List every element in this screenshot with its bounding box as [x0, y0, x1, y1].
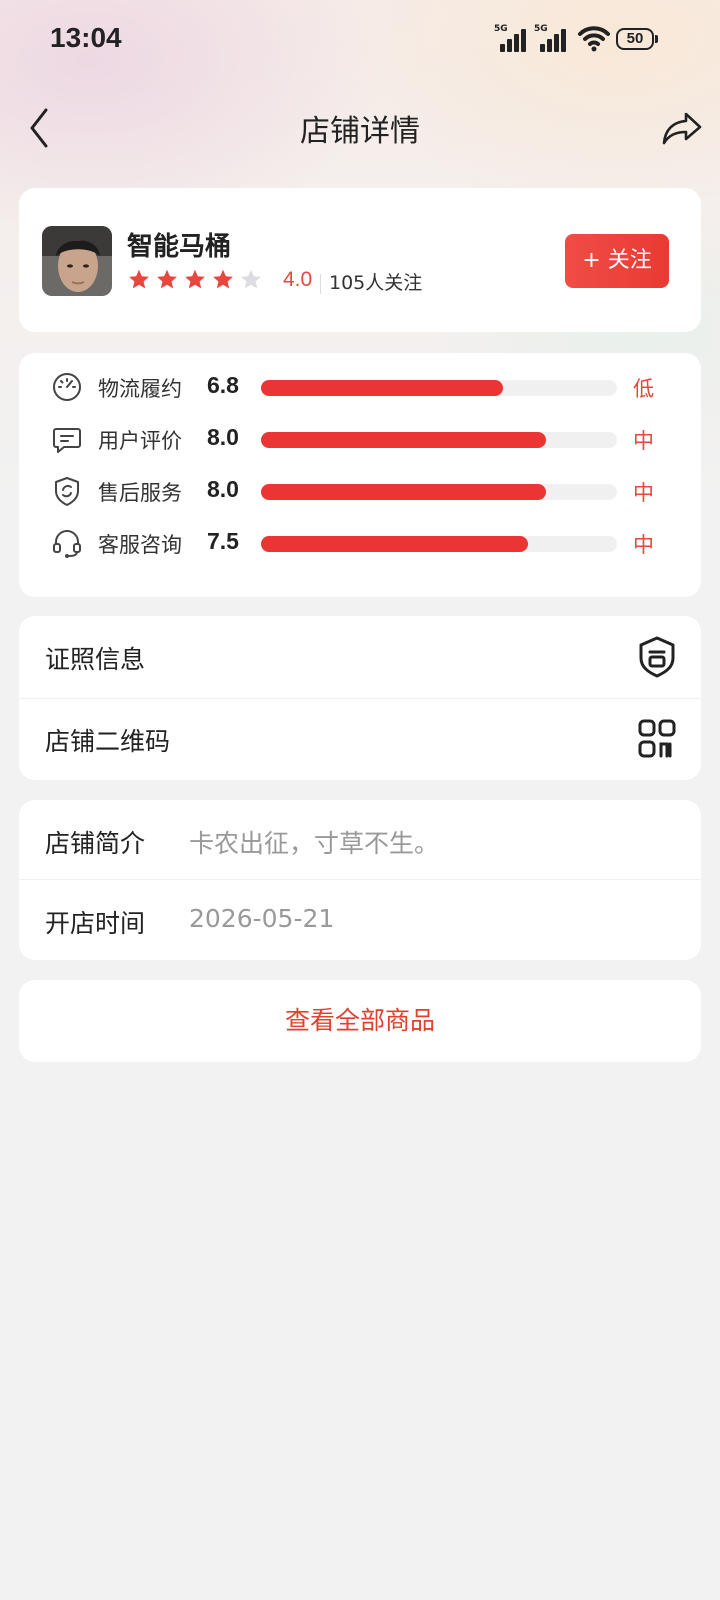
score-card: 物流履约 6.8 低 用户评价 8.0 中 售后服务 8.0 中 客服咨询 7.…	[19, 353, 701, 597]
score-bar	[261, 432, 617, 448]
signal-label: 5G	[494, 24, 508, 34]
score-label: 客服咨询	[98, 533, 182, 557]
open-date-value: 2026-05-21	[189, 904, 335, 933]
qr-code-row[interactable]: 店铺二维码	[19, 698, 701, 780]
star-filled-icon	[129, 269, 149, 289]
score-row-reviews: 用户评价 8.0 中	[19, 419, 701, 459]
shop-card: 智能马桶 4.0 105人关注 + 关注	[19, 188, 701, 332]
qr-code-icon	[638, 719, 676, 758]
status-time: 13:04	[50, 22, 122, 53]
shield-refresh-icon	[55, 477, 79, 506]
open-date-label: 开店时间	[45, 909, 146, 938]
signal-icon: 5G	[494, 24, 530, 52]
star-filled-icon	[157, 269, 177, 289]
license-info-row[interactable]: 证照信息	[19, 616, 701, 699]
shop-info-card: 店铺简介 卡农出征，寸草不生。 开店时间 2026-05-21	[19, 800, 701, 960]
battery-icon: 50	[616, 28, 658, 50]
score-row-logistics: 物流履约 6.8 低	[19, 367, 701, 407]
score-bar	[261, 484, 617, 500]
score-level: 中	[633, 429, 654, 453]
score-level: 低	[633, 377, 654, 401]
comment-icon	[53, 428, 81, 453]
score-bar	[261, 380, 617, 396]
view-all-card: 查看全部商品	[19, 980, 701, 1062]
score-value: 8.0	[207, 476, 239, 502]
star-empty-icon	[241, 269, 261, 289]
follow-button[interactable]: + 关注	[565, 234, 669, 288]
license-info-label: 证照信息	[45, 645, 146, 674]
shop-name: 智能马桶	[127, 232, 232, 262]
star-filled-icon	[185, 269, 205, 289]
share-arrow-icon[interactable]	[660, 106, 704, 150]
speedometer-icon	[53, 373, 81, 401]
open-date-row: 开店时间 2026-05-21	[19, 880, 701, 960]
score-value: 6.8	[207, 372, 239, 398]
nav-header: 店铺详情	[0, 92, 720, 162]
score-label: 售后服务	[98, 481, 182, 505]
links-card: 证照信息 店铺二维码	[19, 616, 701, 780]
score-bar-fill	[261, 536, 528, 552]
shop-avatar[interactable]	[42, 226, 112, 296]
signal-icon: 5G	[534, 24, 570, 52]
shop-intro-label: 店铺简介	[45, 829, 146, 858]
divider	[320, 274, 321, 294]
rating-stars	[127, 268, 263, 292]
score-value: 7.5	[207, 528, 239, 554]
shop-intro-row: 店铺简介 卡农出征，寸草不生。	[19, 800, 701, 880]
license-badge-icon	[639, 636, 675, 678]
view-all-products-button[interactable]: 查看全部商品	[19, 980, 701, 1062]
score-bar-fill	[261, 484, 546, 500]
score-bar-fill	[261, 432, 546, 448]
headset-icon	[53, 530, 81, 558]
shop-rating: 4.0	[283, 268, 313, 291]
qr-code-label: 店铺二维码	[45, 727, 171, 756]
score-label: 物流履约	[98, 377, 182, 401]
star-filled-icon	[213, 269, 233, 289]
score-bar-fill	[261, 380, 504, 396]
shop-intro-value: 卡农出征，寸草不生。	[189, 829, 440, 858]
score-level: 中	[633, 533, 654, 557]
score-level: 中	[633, 481, 654, 505]
score-row-customer-service: 客服咨询 7.5 中	[19, 523, 701, 563]
score-row-aftersales: 售后服务 8.0 中	[19, 471, 701, 511]
page-title: 店铺详情	[300, 114, 420, 149]
score-value: 8.0	[207, 424, 239, 450]
follower-count: 105人关注	[329, 272, 423, 294]
score-label: 用户评价	[98, 429, 182, 453]
signal-label: 5G	[534, 24, 548, 34]
score-bar	[261, 536, 617, 552]
wifi-icon	[578, 26, 610, 52]
status-bar: 13:04 5G 5G 50	[0, 0, 720, 80]
